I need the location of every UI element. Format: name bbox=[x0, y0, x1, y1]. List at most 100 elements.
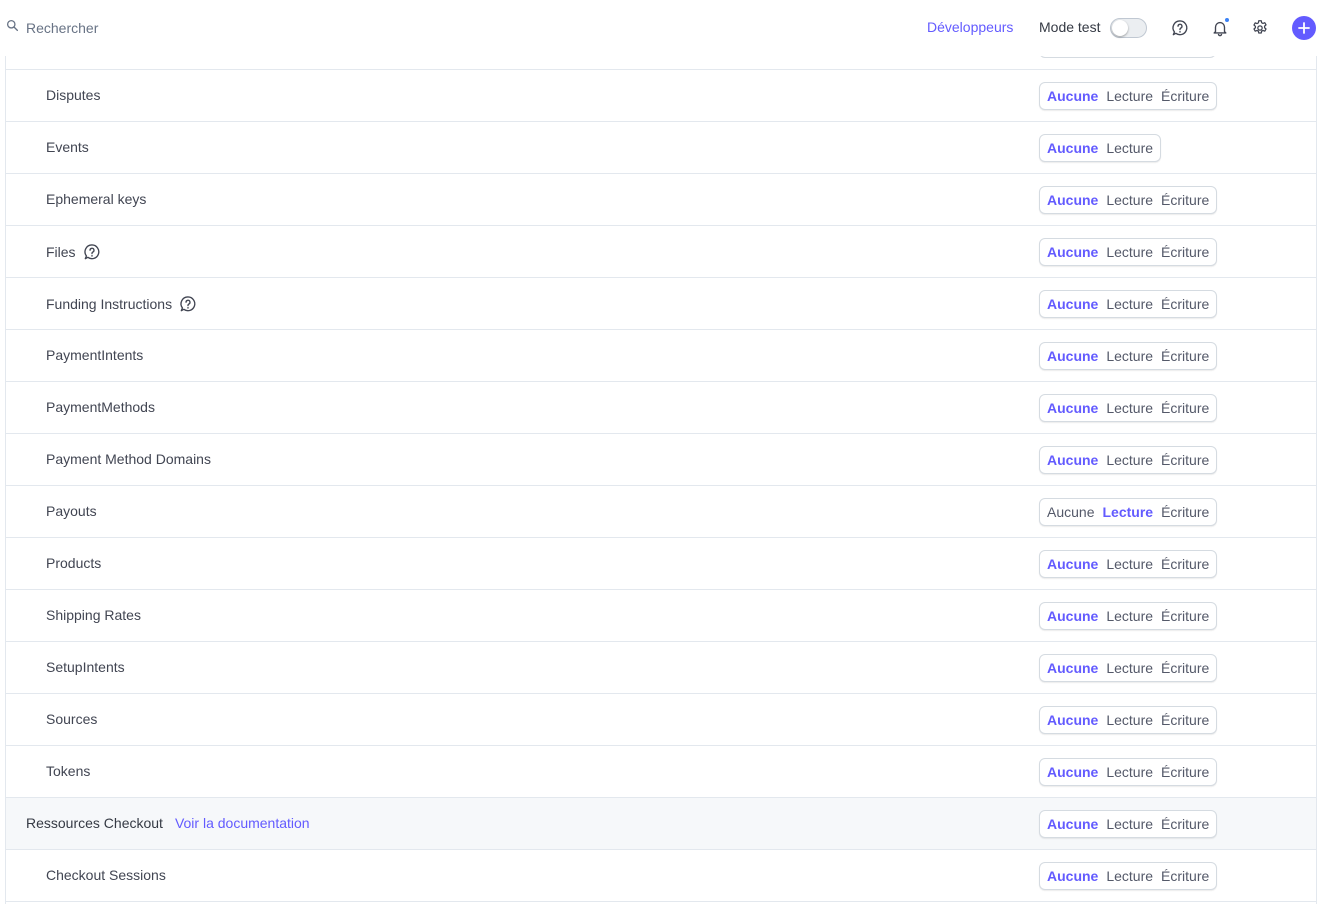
permission-option[interactable]: Lecture bbox=[1106, 400, 1153, 416]
permission-option[interactable]: Lecture bbox=[1106, 88, 1153, 104]
permission-option[interactable]: Lecture bbox=[1106, 192, 1153, 208]
permission-option[interactable]: Aucune bbox=[1047, 608, 1098, 624]
permission-selector: Aucune Lecture Écriture bbox=[1039, 758, 1218, 786]
permission-option[interactable]: Aucune bbox=[1047, 244, 1098, 260]
permission-option[interactable]: Écriture bbox=[1161, 192, 1209, 208]
permission-option[interactable]: Aucune bbox=[1047, 140, 1098, 156]
permission-option[interactable]: Aucune bbox=[1047, 348, 1098, 364]
permission-option[interactable]: Aucune bbox=[1047, 556, 1098, 572]
table-row: SetupIntents Aucune Lecture Écriture bbox=[6, 642, 1316, 694]
permission-option[interactable]: Écriture bbox=[1161, 348, 1209, 364]
permission-option[interactable]: Aucune bbox=[1047, 296, 1098, 312]
resource-name-label: Disputes bbox=[46, 87, 101, 103]
permission-option[interactable]: Écriture bbox=[1161, 88, 1209, 104]
permission-option[interactable]: Écriture bbox=[1161, 868, 1209, 884]
documentation-link[interactable]: Voir la documentation bbox=[175, 815, 310, 831]
permission-option[interactable]: Lecture bbox=[1106, 556, 1153, 572]
permission-option[interactable]: Lecture bbox=[1106, 868, 1153, 884]
plus-icon bbox=[1298, 22, 1310, 34]
permission-option[interactable]: Aucune bbox=[1047, 400, 1098, 416]
permission-option[interactable]: Écriture bbox=[1161, 556, 1209, 572]
permission-option[interactable]: Lecture bbox=[1106, 348, 1153, 364]
table-row: Payment Method Domains Aucune Lecture Écrit… bbox=[6, 434, 1316, 486]
permission-selector: Aucune Lecture bbox=[1039, 134, 1162, 162]
permission-option[interactable]: Lecture bbox=[1106, 764, 1153, 780]
table-row: Disputes Aucune Lecture Écriture bbox=[6, 70, 1316, 122]
resource-name: PaymentMethods bbox=[46, 399, 155, 415]
create-plus-button[interactable] bbox=[1292, 16, 1316, 40]
permission-option[interactable]: Aucune bbox=[1047, 868, 1098, 884]
resource-name-label: Sources bbox=[46, 711, 98, 727]
permission-option[interactable]: Écriture bbox=[1161, 660, 1209, 676]
resource-name: SetupIntents bbox=[46, 659, 125, 675]
table-row: Tokens Aucune Lecture Écriture bbox=[6, 746, 1316, 798]
permission-selector: Aucune Lecture Écriture bbox=[1039, 654, 1218, 682]
search-bar[interactable]: Rechercher bbox=[6, 18, 98, 38]
permission-option[interactable]: Aucune bbox=[1047, 504, 1094, 520]
resource-name-label: Funding Instructions bbox=[46, 296, 173, 312]
permission-option[interactable]: Écriture bbox=[1161, 608, 1209, 624]
resource-name: Tokens bbox=[46, 763, 90, 779]
resource-name-label: Ressources Checkout bbox=[26, 815, 163, 831]
permission-option[interactable]: Aucune bbox=[1047, 660, 1098, 676]
permission-selector: Aucune Lecture Écriture bbox=[1039, 550, 1218, 578]
resource-name: Disputes bbox=[46, 87, 100, 103]
mode-test-toggle[interactable] bbox=[1110, 18, 1147, 38]
table-row: Payouts Aucune Lecture Écriture bbox=[6, 486, 1316, 538]
resource-name: Products bbox=[46, 555, 101, 571]
permission-option[interactable]: Écriture bbox=[1161, 504, 1209, 520]
resource-name: PaymentIntents bbox=[46, 347, 143, 363]
resource-name-label: Ephemeral keys bbox=[46, 191, 147, 207]
resource-name: Checkout Sessions bbox=[46, 867, 166, 883]
permission-option[interactable]: Lecture bbox=[1106, 660, 1153, 676]
mode-test-label: Mode test bbox=[1039, 19, 1101, 35]
resource-name-label: Payment Method Domains bbox=[46, 451, 211, 467]
gear-icon[interactable] bbox=[1250, 18, 1270, 38]
permission-option[interactable]: Aucune bbox=[1047, 816, 1098, 832]
resource-name-label: Events bbox=[46, 139, 89, 155]
permission-selector: Aucune Lecture Écriture bbox=[1039, 342, 1218, 370]
table-row: Shipping Rates Aucune Lecture Écriture bbox=[6, 590, 1316, 642]
help-icon[interactable] bbox=[83, 243, 101, 261]
notifications-bell-icon[interactable] bbox=[1210, 17, 1230, 38]
resource-name: Sources bbox=[46, 711, 97, 727]
permission-option[interactable]: Aucune bbox=[1047, 192, 1098, 208]
permission-option[interactable]: Écriture bbox=[1161, 452, 1209, 468]
permission-option[interactable]: Aucune bbox=[1047, 712, 1098, 728]
permission-option[interactable]: Écriture bbox=[1161, 764, 1209, 780]
permission-selector: Aucune Lecture Écriture bbox=[1039, 238, 1218, 266]
permission-option[interactable]: Lecture bbox=[1106, 244, 1153, 260]
help-icon[interactable] bbox=[1170, 18, 1190, 38]
permission-option[interactable]: Lecture bbox=[1106, 712, 1153, 728]
top-bar: Rechercher Développeurs Mode test bbox=[0, 0, 1329, 56]
permission-option[interactable]: Aucune bbox=[1047, 88, 1098, 104]
search-icon bbox=[6, 19, 19, 37]
permission-option[interactable]: Écriture bbox=[1161, 296, 1209, 312]
permissions-table: Disputes Aucune Lecture Écriture Events Aucun… bbox=[5, 34, 1317, 904]
permission-option[interactable]: Lecture bbox=[1102, 504, 1153, 520]
permission-selector: Aucune Lecture Écriture bbox=[1039, 290, 1218, 318]
search-input[interactable]: Rechercher bbox=[26, 20, 98, 36]
permission-option[interactable]: Lecture bbox=[1106, 608, 1153, 624]
resource-name-label: Payouts bbox=[46, 503, 97, 519]
permission-option[interactable]: Écriture bbox=[1161, 816, 1209, 832]
permission-option[interactable]: Lecture bbox=[1106, 816, 1153, 832]
permission-selector: Aucune Lecture Écriture bbox=[1039, 498, 1218, 526]
resource-name-label: SetupIntents bbox=[46, 659, 125, 675]
resource-name-label: Tokens bbox=[46, 763, 91, 779]
resource-name: Shipping Rates bbox=[46, 607, 141, 623]
permission-option[interactable]: Lecture bbox=[1106, 296, 1153, 312]
permission-option[interactable]: Écriture bbox=[1161, 712, 1209, 728]
permission-option[interactable]: Aucune bbox=[1047, 764, 1098, 780]
notification-dot bbox=[1224, 17, 1230, 23]
resource-name: Ressources Checkout Voir la documentation bbox=[26, 815, 310, 831]
developers-link[interactable]: Développeurs bbox=[927, 19, 1013, 35]
permission-option[interactable]: Lecture bbox=[1106, 452, 1153, 468]
permission-option[interactable]: Écriture bbox=[1161, 244, 1209, 260]
permission-selector: Aucune Lecture Écriture bbox=[1039, 706, 1218, 734]
permission-option[interactable]: Lecture bbox=[1106, 140, 1153, 156]
toggle-knob bbox=[1112, 20, 1128, 36]
permission-option[interactable]: Aucune bbox=[1047, 452, 1098, 468]
help-icon[interactable] bbox=[179, 295, 197, 313]
permission-option[interactable]: Écriture bbox=[1161, 400, 1209, 416]
